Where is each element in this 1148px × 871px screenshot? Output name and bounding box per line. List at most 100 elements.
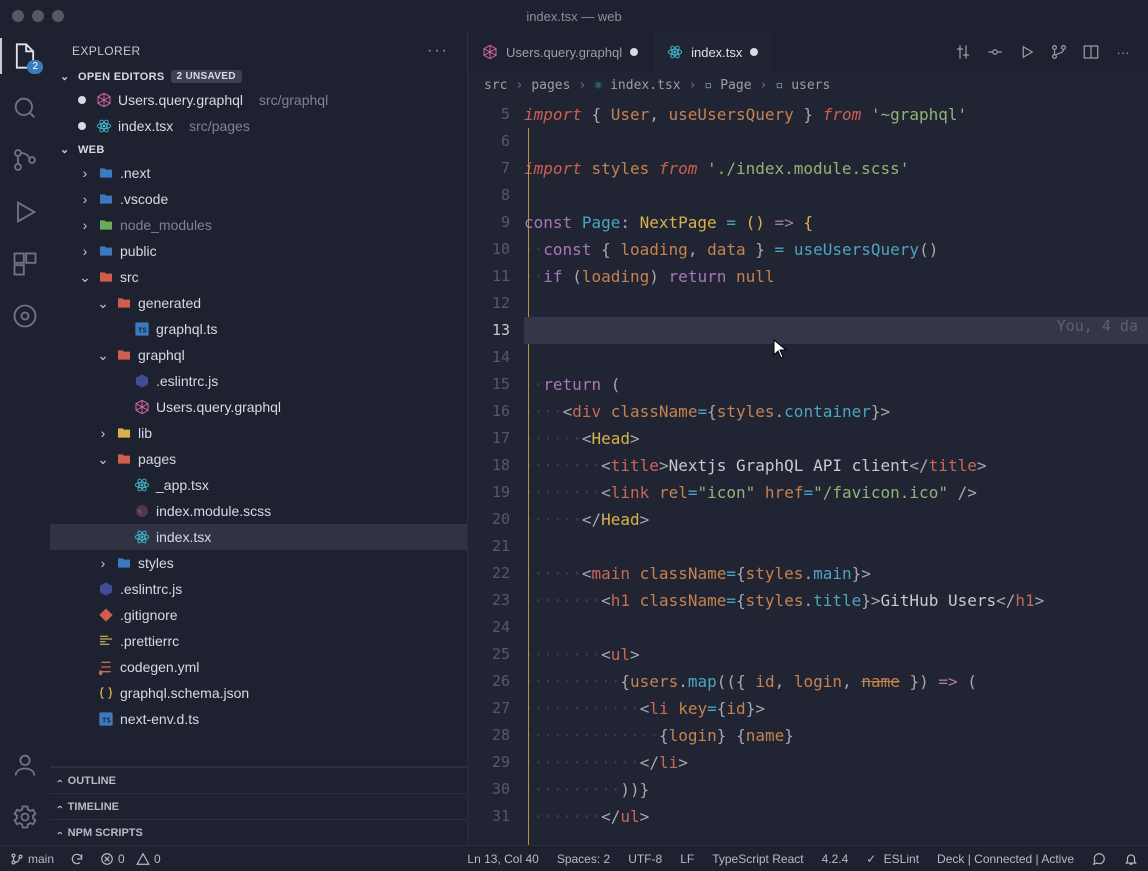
tree-item[interactable]: graphql.schema.json	[50, 680, 467, 706]
ts-icon: TS	[134, 321, 150, 337]
sidebar-section-collapsed[interactable]: ›OUTLINE	[50, 767, 467, 793]
split-editor-icon[interactable]	[1082, 43, 1100, 61]
tree-item[interactable]: .eslintrc.js	[50, 368, 467, 394]
tree-item[interactable]: TSgraphql.ts	[50, 316, 467, 342]
branch-indicator[interactable]: main	[10, 852, 54, 866]
explorer-badge: 2	[27, 60, 43, 74]
tree-item[interactable]: ›public	[50, 238, 467, 264]
sync-icon[interactable]	[70, 852, 84, 866]
folder-icon	[98, 191, 114, 207]
chevron-icon: ›	[78, 191, 92, 207]
chevron-icon: ⌄	[96, 347, 110, 364]
graphql-icon	[96, 92, 112, 108]
breadcrumb[interactable]: src› pages› ⚛ index.tsx› ▫ Page› ▫ users	[468, 72, 1148, 98]
react-icon: ⚛	[594, 78, 602, 93]
svg-text:TS: TS	[138, 325, 147, 334]
folder-icon	[98, 217, 114, 233]
run-icon[interactable]	[11, 198, 39, 226]
bell-icon[interactable]	[1124, 852, 1138, 866]
deck-status[interactable]: Deck | Connected | Active	[937, 852, 1074, 866]
react-icon	[134, 477, 150, 493]
tree-item[interactable]: ⌄generated	[50, 290, 467, 316]
cursor-icon	[772, 338, 788, 364]
tree-item[interactable]: ⌄pages	[50, 446, 467, 472]
minimize-window[interactable]	[32, 10, 44, 22]
tree-item[interactable]: ›styles	[50, 550, 467, 576]
account-icon[interactable]	[11, 751, 39, 779]
tree-item[interactable]: ›.next	[50, 160, 467, 186]
symbol-icon: ▫	[775, 78, 783, 93]
code-lines[interactable]: import { User, useUsersQuery } from '~gr…	[524, 98, 1148, 845]
statusbar: main 0 0 Ln 13, Col 40 Spaces: 2 UTF-8 L…	[0, 845, 1148, 871]
folder-icon	[116, 451, 132, 467]
cursor-position[interactable]: Ln 13, Col 40	[467, 852, 538, 866]
titlebar: index.tsx — web	[0, 0, 1148, 32]
react-icon	[667, 44, 683, 60]
play-icon[interactable]	[1018, 43, 1036, 61]
editor-group: Users.query.graphqlindex.tsx ··· src› pa…	[468, 32, 1148, 845]
ts-icon: TS	[98, 711, 114, 727]
gql-icon	[482, 44, 498, 60]
tree-item[interactable]: ⌄graphql	[50, 342, 467, 368]
prettier-icon	[98, 633, 114, 649]
tree-item[interactable]: .prettierrc	[50, 628, 467, 654]
tree-item[interactable]: .eslintrc.js	[50, 576, 467, 602]
window-title: index.tsx — web	[526, 9, 621, 24]
encoding[interactable]: UTF-8	[628, 852, 662, 866]
unsaved-badge: 2 UNSAVED	[171, 70, 242, 83]
sidebar-section-collapsed[interactable]: ›TIMELINE	[50, 793, 467, 819]
sidebar-title: EXPLORER	[72, 44, 141, 58]
remote-icon[interactable]	[11, 302, 39, 330]
settings-icon[interactable]	[11, 803, 39, 831]
tree-item[interactable]: TSnext-env.d.ts	[50, 706, 467, 732]
window-controls[interactable]	[12, 10, 64, 22]
chevron-icon: ›	[96, 425, 110, 441]
scss-icon: S	[134, 503, 150, 519]
sidebar-more-icon[interactable]: ···	[427, 42, 449, 60]
code-editor[interactable]: 5678910111213141516171819202122232425262…	[468, 98, 1148, 845]
tree-item[interactable]: _app.tsx	[50, 472, 467, 498]
more-icon[interactable]: ···	[1114, 43, 1132, 61]
tree-item[interactable]: .gitignore	[50, 602, 467, 628]
compare-icon[interactable]	[954, 43, 972, 61]
git-icon	[98, 607, 114, 623]
git-commit-icon[interactable]	[986, 43, 1004, 61]
eol[interactable]: LF	[680, 852, 694, 866]
search-icon[interactable]	[11, 94, 39, 122]
sidebar-section-collapsed[interactable]: ›NPM SCRIPTS	[50, 819, 467, 845]
indentation[interactable]: Spaces: 2	[557, 852, 610, 866]
svg-text:TS: TS	[102, 715, 111, 724]
feedback-icon[interactable]	[1092, 852, 1106, 866]
tree-item[interactable]: ›lib	[50, 420, 467, 446]
editor-tab[interactable]: index.tsx	[653, 32, 773, 72]
activitybar: 2	[0, 32, 50, 845]
tree-item[interactable]: ›node_modules	[50, 212, 467, 238]
explorer-icon[interactable]: 2	[11, 42, 39, 70]
git-branch-icon[interactable]	[1050, 43, 1068, 61]
open-editors-header[interactable]: ⌄ OPEN EDITORS 2 UNSAVED	[50, 66, 467, 87]
typescript-version[interactable]: 4.2.4	[822, 852, 849, 866]
folder-icon	[98, 165, 114, 181]
close-window[interactable]	[12, 10, 24, 22]
tree-item[interactable]: Sindex.module.scss	[50, 498, 467, 524]
language-mode[interactable]: TypeScript React	[712, 852, 803, 866]
tree-item[interactable]: {}codegen.yml	[50, 654, 467, 680]
line-gutter[interactable]: 5678910111213141516171819202122232425262…	[468, 98, 524, 845]
folder-icon	[116, 425, 132, 441]
chevron-icon: ›	[96, 555, 110, 571]
tree-item[interactable]: ›.vscode	[50, 186, 467, 212]
editor-tab[interactable]: Users.query.graphql	[468, 32, 653, 72]
problems-indicator[interactable]: 0 0	[100, 852, 161, 866]
tree-item[interactable]: index.tsx	[50, 524, 467, 550]
workspace-header[interactable]: ⌄ WEB	[50, 139, 467, 160]
open-editor-item[interactable]: index.tsx src/pages	[50, 113, 467, 139]
scm-icon[interactable]	[11, 146, 39, 174]
extensions-icon[interactable]	[11, 250, 39, 278]
tree-item[interactable]: ⌄src	[50, 264, 467, 290]
open-editor-item[interactable]: Users.query.graphql src/graphql	[50, 87, 467, 113]
maximize-window[interactable]	[52, 10, 64, 22]
tree-item[interactable]: Users.query.graphql	[50, 394, 467, 420]
eslint-status[interactable]: ✓ ESLint	[866, 852, 919, 866]
folder-icon	[116, 347, 132, 363]
dirty-indicator	[78, 122, 86, 130]
